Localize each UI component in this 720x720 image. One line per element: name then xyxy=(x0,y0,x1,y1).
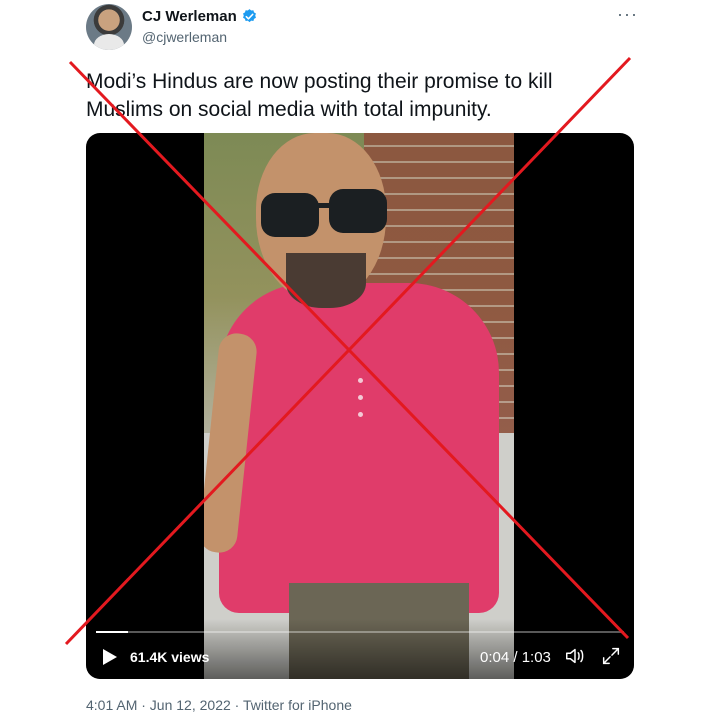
author-name[interactable]: CJ Werleman xyxy=(142,8,237,25)
verified-badge-icon xyxy=(242,9,256,23)
volume-icon[interactable] xyxy=(564,645,586,667)
author-handle[interactable]: @cjwerleman xyxy=(142,29,227,45)
more-horizontal-icon[interactable]: ··· xyxy=(617,4,638,25)
man-beard xyxy=(286,253,366,308)
tweet-text: Modi’s Hindus are now posting their prom… xyxy=(86,70,553,121)
avatar[interactable] xyxy=(86,4,132,50)
play-icon[interactable] xyxy=(102,648,118,666)
shirt-button xyxy=(358,395,363,400)
video-time: 0:04 / 1:03 xyxy=(480,649,551,666)
video-frame xyxy=(204,133,514,679)
video-player[interactable]: 61.4K views 0:04 / 1:03 xyxy=(86,133,634,679)
author-name-row[interactable]: CJ Werleman xyxy=(142,8,258,25)
shirt-button xyxy=(358,378,363,383)
fullscreen-icon[interactable] xyxy=(600,645,622,667)
video-progress-bar[interactable] xyxy=(96,631,624,633)
man-torso xyxy=(219,283,499,613)
tweet-timestamp[interactable]: 4:01 AM · Jun 12, 2022 · Twitter for iPh… xyxy=(86,697,352,713)
avatar-shirt xyxy=(94,34,124,50)
video-progress-fill xyxy=(96,631,128,633)
view-count: 61.4K views xyxy=(130,649,210,665)
shirt-button xyxy=(358,412,363,417)
sunglasses xyxy=(261,189,387,237)
